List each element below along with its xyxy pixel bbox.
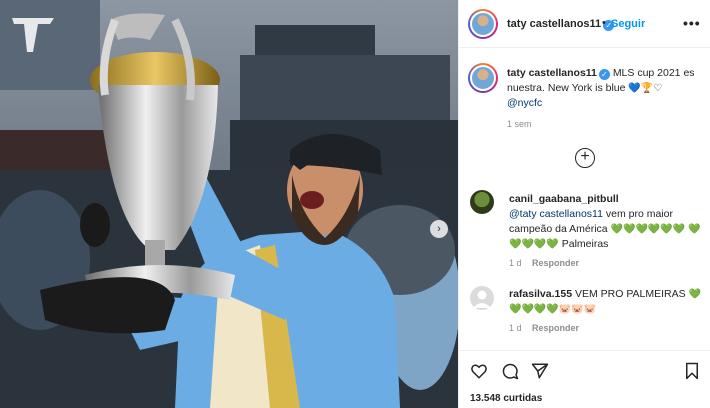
caption-avatar[interactable]	[468, 63, 498, 93]
comment-text: VEM PRO PALMEIRAS	[572, 288, 689, 300]
next-photo-arrow[interactable]: ›	[430, 220, 448, 238]
pig-emojis: 🐷🐷🐷	[558, 304, 597, 315]
comments-section[interactable]: taty castellanos11 ✓ MLS cup 2021 es nues…	[459, 49, 710, 349]
green-hearts: 💚💚💚💚	[509, 304, 559, 315]
comment-item: rafasilva.155 VEM PRO PALMEIRAS 💚 💚💚💚💚🐷🐷…	[509, 287, 707, 333]
green-hearts: 💚	[688, 289, 702, 300]
bookmark-icon[interactable]	[684, 362, 700, 380]
celebration-photo	[0, 0, 458, 408]
load-more-comments-icon[interactable]: +	[575, 148, 595, 168]
follow-button[interactable]: Seguir	[611, 18, 645, 30]
comment-username[interactable]: canil_gaabana_pitbull	[509, 193, 619, 205]
more-options-icon[interactable]: •••	[683, 15, 701, 31]
green-hearts: 💚💚💚💚💚💚	[610, 224, 686, 235]
caption-mention[interactable]: @nycfc	[507, 96, 705, 111]
reply-button[interactable]: Responder	[532, 258, 579, 268]
post-header: taty castellanos11 ✓ • Seguir •••	[459, 0, 710, 48]
comment-item: canil_gaabana_pitbull @taty castellanos1…	[509, 192, 707, 268]
default-user-icon	[473, 290, 491, 308]
commenter-avatar[interactable]	[470, 286, 494, 310]
comment-username[interactable]: rafasilva.155	[509, 288, 572, 300]
comment-time: 1 d	[509, 258, 522, 268]
comment-time: 1 d	[509, 323, 522, 333]
author-username[interactable]: taty castellanos11 ✓	[507, 18, 615, 31]
like-heart-icon[interactable]	[470, 362, 488, 380]
caption-time: 1 sem	[507, 119, 532, 129]
author-avatar[interactable]	[468, 9, 498, 39]
caption: taty castellanos11 ✓ MLS cup 2021 es nues…	[507, 66, 705, 129]
caption-username[interactable]: taty castellanos11 ✓	[507, 67, 610, 80]
separator-dot: •	[602, 17, 606, 29]
post-side-panel: taty castellanos11 ✓ • Seguir ••• taty ca…	[458, 0, 710, 408]
caption-emojis: 💙🏆♡	[628, 83, 663, 94]
reply-button[interactable]: Responder	[532, 323, 579, 333]
author-username-text[interactable]: taty castellanos11	[507, 18, 601, 30]
commenter-avatar[interactable]	[470, 190, 494, 214]
post-photo[interactable]: ›	[0, 0, 458, 408]
comment-mention[interactable]: @taty castellanos11	[509, 208, 603, 220]
share-icon[interactable]	[531, 362, 549, 380]
comment-icon[interactable]	[501, 362, 519, 380]
action-bar: 13.548 curtidas	[459, 350, 710, 408]
verified-icon: ✓	[598, 69, 610, 80]
likes-count[interactable]: 13.548 curtidas	[470, 393, 542, 404]
comment-text-tail: Palmeiras	[558, 238, 609, 250]
